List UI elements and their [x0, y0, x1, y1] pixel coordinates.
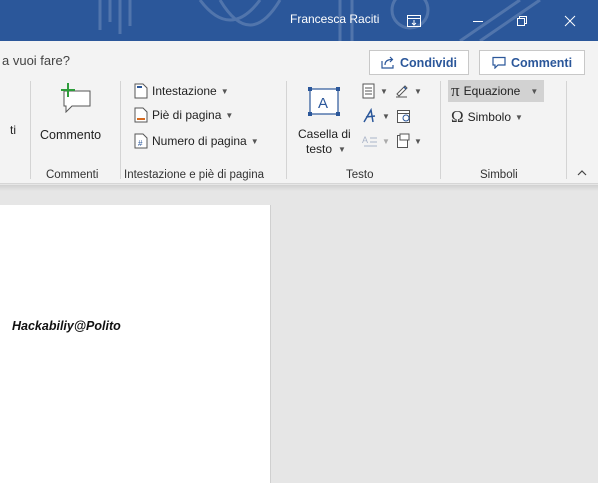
ribbon-separator — [30, 81, 31, 179]
equation-dropdown-icon: ▼ — [530, 86, 539, 96]
text-box-dropdown-icon: ▼ — [338, 145, 346, 154]
ribbon-shadow — [0, 185, 598, 191]
restore-icon — [517, 15, 527, 26]
header-label: Intestazione — [152, 84, 217, 98]
partial-ribbon-label[interactable]: ti — [10, 123, 16, 137]
text-box-button[interactable]: A Casella di testo ▼ — [294, 83, 356, 161]
comments-label: Commenti — [510, 55, 573, 70]
new-comment-label: Commento — [40, 128, 102, 142]
wordart-icon — [363, 108, 376, 123]
share-icon — [381, 56, 394, 69]
ribbon: ti Commento Commenti Intestazione ▼ Piè … — [0, 77, 598, 184]
comments-button[interactable]: Commenti — [479, 50, 585, 75]
title-bar: Francesca Raciti — [0, 0, 598, 41]
tell-me-input[interactable]: a vuoi fare? — [2, 53, 70, 68]
omega-icon: Ω — [451, 107, 464, 126]
page-number-label: Numero di pagina — [152, 134, 247, 148]
drop-cap-icon: A — [362, 135, 377, 147]
date-time-button[interactable] — [396, 108, 412, 124]
comment-icon — [492, 56, 506, 69]
symbol-label: Simbolo — [467, 110, 511, 124]
quick-parts-dropdown-icon: ▼ — [380, 86, 388, 96]
footer-button[interactable]: Piè di pagina ▼ — [134, 107, 233, 123]
text-box-label-line2: testo — [306, 142, 333, 156]
header-button[interactable]: Intestazione ▼ — [134, 83, 229, 99]
share-label: Condividi — [400, 55, 457, 70]
signature-line-dropdown-icon: ▼ — [414, 86, 422, 96]
footer-label: Piè di pagina — [152, 108, 222, 122]
ribbon-display-options-button[interactable] — [392, 0, 436, 41]
ribbon-separator — [566, 81, 567, 179]
equation-button[interactable]: π Equazione ▼ — [448, 80, 545, 102]
collapse-ribbon-button[interactable] — [574, 165, 590, 181]
signature-line-button[interactable]: ▼ — [394, 83, 422, 99]
comments-group-label: Commenti — [46, 169, 99, 181]
new-comment-icon — [61, 83, 91, 113]
close-icon — [564, 15, 576, 26]
document-text[interactable]: Hackabiliy@Polito — [12, 319, 121, 333]
quick-parts-button[interactable]: ▼ — [362, 83, 388, 99]
calendar-icon — [397, 110, 410, 123]
footer-icon — [134, 107, 148, 123]
header-icon — [134, 83, 148, 99]
object-icon — [397, 133, 410, 148]
drop-cap-button[interactable]: A ▼ — [362, 133, 390, 149]
symbol-dropdown-icon: ▼ — [515, 112, 523, 122]
object-dropdown-icon: ▼ — [414, 136, 422, 146]
header-dropdown-icon: ▼ — [220, 86, 229, 96]
svg-text:#: # — [138, 139, 143, 148]
close-button[interactable] — [548, 0, 592, 41]
chevron-up-icon — [577, 170, 587, 176]
ribbon-separator — [120, 81, 121, 179]
equation-label: Equazione — [463, 84, 521, 98]
text-box-icon: A — [308, 87, 340, 116]
quick-parts-icon — [362, 83, 375, 99]
minimize-icon — [473, 20, 483, 22]
document-page[interactable]: Hackabiliy@Polito — [0, 205, 271, 483]
ribbon-display-icon — [407, 14, 421, 27]
share-button[interactable]: Condividi — [369, 50, 469, 75]
restore-button[interactable] — [500, 0, 544, 41]
footer-dropdown-icon: ▼ — [225, 110, 234, 120]
equation-pi-icon: π — [451, 81, 460, 100]
page-number-icon: # — [134, 133, 148, 149]
minimize-button[interactable] — [456, 0, 500, 41]
ribbon-separator — [286, 81, 287, 179]
ribbon-separator — [440, 81, 441, 179]
new-comment-button[interactable]: Commento — [36, 81, 112, 147]
signature-line-icon — [396, 85, 408, 98]
page-number-dropdown-icon: ▼ — [250, 136, 259, 146]
header-footer-group-label: Intestazione e piè di pagina — [124, 169, 265, 181]
wordart-dropdown-icon: ▼ — [382, 111, 390, 121]
symbol-button[interactable]: Ω Simbolo ▼ — [451, 107, 523, 127]
svg-text:A: A — [318, 95, 328, 112]
text-group-label: Testo — [346, 169, 374, 181]
symbols-group-label: Simboli — [480, 169, 518, 181]
svg-text:A: A — [362, 135, 368, 145]
page-number-button[interactable]: # Numero di pagina ▼ — [134, 133, 259, 149]
text-box-label-line1: Casella di — [298, 127, 351, 141]
object-button[interactable]: ▼ — [396, 133, 422, 149]
drop-cap-dropdown-icon: ▼ — [382, 136, 390, 146]
wordart-button[interactable]: ▼ — [362, 108, 390, 124]
user-name[interactable]: Francesca Raciti — [290, 12, 379, 26]
